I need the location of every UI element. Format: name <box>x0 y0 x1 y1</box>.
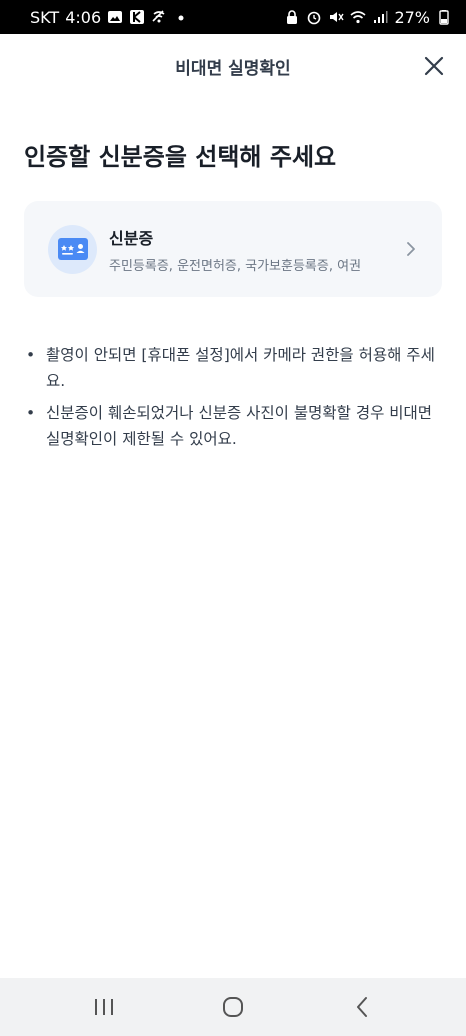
page-title: 인증할 신분증을 선택해 주세요 <box>24 143 337 171</box>
option-title: 신분증 <box>109 228 154 248</box>
wifi-calling-icon <box>151 9 167 25</box>
id-card-icon <box>48 224 97 274</box>
notice-list: • 촬영이 안되면 [휴대폰 설정]에서 카메라 권한을 허용해 주세요. • … <box>26 342 440 458</box>
app-header: 비대면 실명확인 <box>0 34 466 98</box>
k-app-icon <box>129 9 145 25</box>
dot-icon <box>173 9 189 25</box>
bullet-icon: • <box>26 346 36 364</box>
close-icon <box>424 56 444 76</box>
battery-level: 27% <box>394 7 430 27</box>
bullet-icon: • <box>26 404 36 422</box>
home-icon <box>222 997 243 1017</box>
recent-apps-icon <box>95 999 114 1015</box>
alarm-icon <box>306 9 322 25</box>
recent-apps-button[interactable] <box>74 987 134 1027</box>
notice-text: 촬영이 안되면 [휴대폰 설정]에서 카메라 권한을 허용해 주세요. <box>46 346 435 390</box>
home-button[interactable] <box>203 987 263 1027</box>
notice-text: 신분증이 훼손되었거나 신분증 사진이 불명확할 경우 비대면 실명확인이 제한… <box>46 404 433 448</box>
signal-icon <box>372 9 388 25</box>
notice-item: • 신분증이 훼손되었거나 신분증 사진이 불명확할 경우 비대면 실명확인이 … <box>26 400 440 452</box>
option-text: 신분증 주민등록증, 운전면허증, 국가보훈등록증, 여권 <box>109 225 404 274</box>
chevron-right-icon <box>404 241 418 257</box>
gallery-icon <box>107 9 123 25</box>
lock-icon <box>284 9 300 25</box>
back-icon <box>356 997 367 1017</box>
status-right: 27% <box>284 8 452 27</box>
clock: 4:06 <box>65 7 102 27</box>
close-button[interactable] <box>420 52 448 80</box>
id-card-option[interactable]: 신분증 주민등록증, 운전면허증, 국가보훈등록증, 여권 <box>24 201 442 297</box>
status-left: SKT 4:06 <box>30 8 189 27</box>
option-subtitle: 주민등록증, 운전면허증, 국가보훈등록증, 여권 <box>109 258 362 274</box>
carrier: SKT <box>30 7 60 27</box>
mute-icon <box>328 9 345 25</box>
status-bar: SKT 4:06 27% <box>0 0 466 34</box>
notice-item: • 촬영이 안되면 [휴대폰 설정]에서 카메라 권한을 허용해 주세요. <box>26 342 440 394</box>
wifi-icon <box>350 9 366 25</box>
back-button[interactable] <box>332 987 392 1027</box>
battery-icon <box>436 9 452 25</box>
header-title: 비대면 실명확인 <box>175 58 291 79</box>
navigation-bar <box>0 978 466 1036</box>
